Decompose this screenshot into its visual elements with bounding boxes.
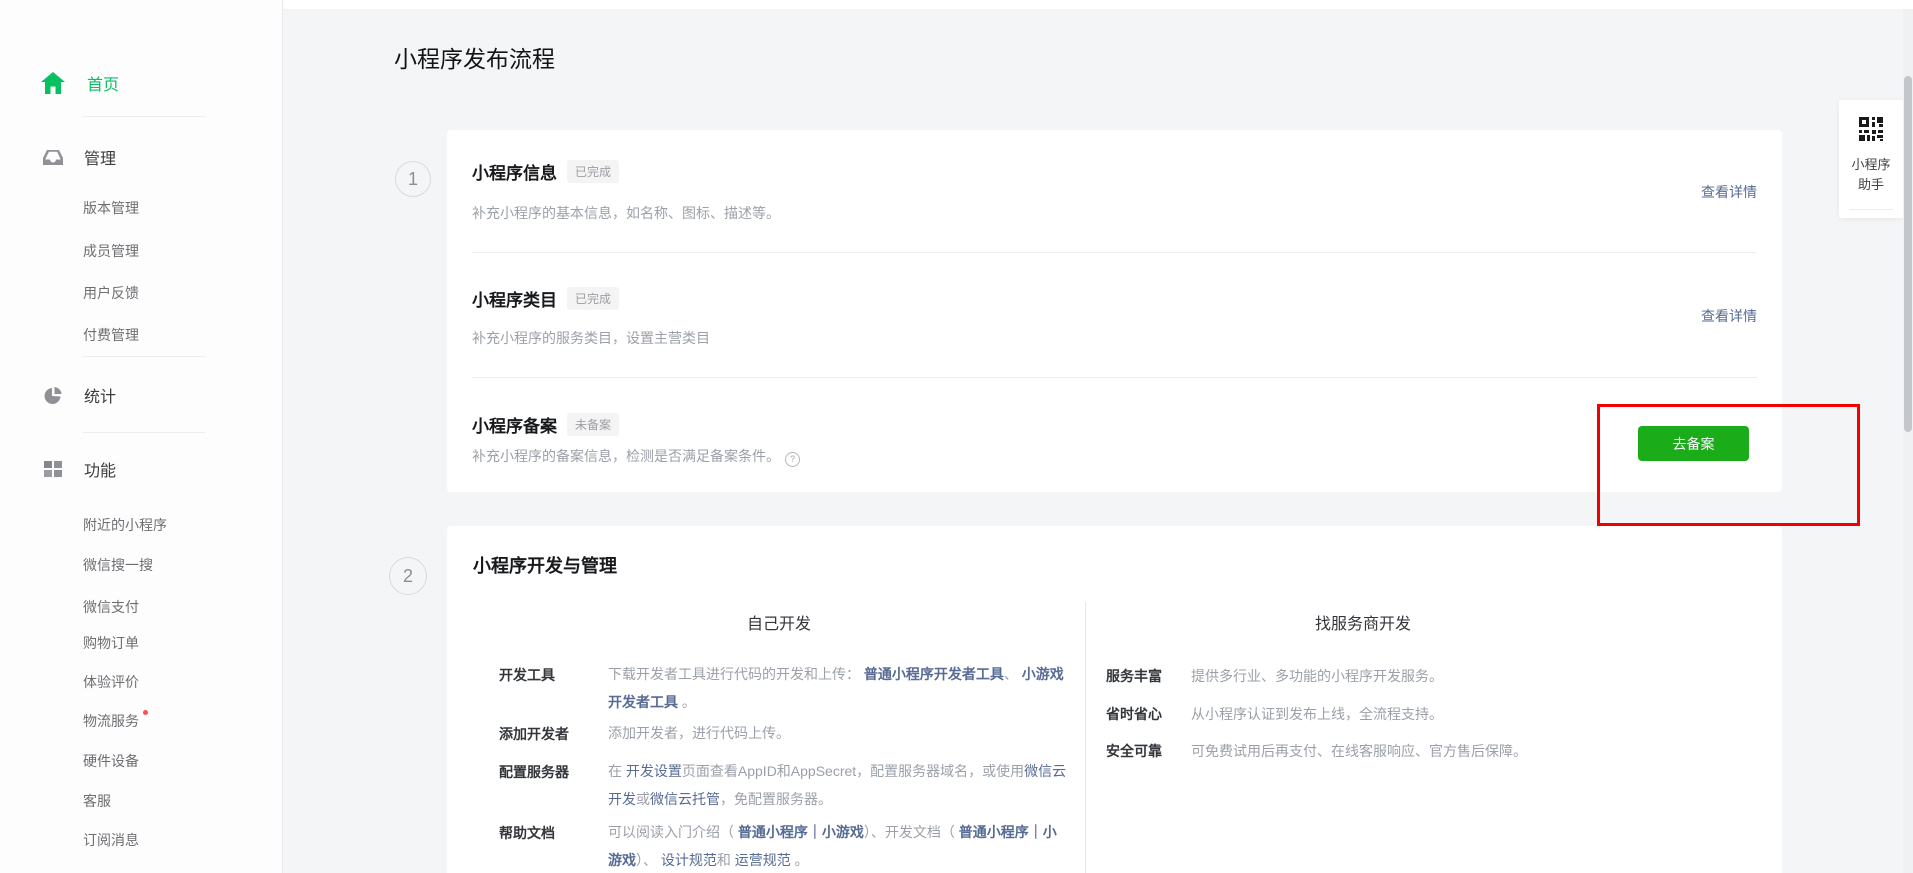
sidebar-item-features[interactable]: 功能 (40, 452, 116, 486)
sidebar-item-user-feedback[interactable]: 用户反馈 (83, 280, 139, 306)
sidebar-item-paid-manage[interactable]: 付费管理 (83, 322, 139, 348)
assistant-widget-label: 小程序助手 (1850, 155, 1892, 195)
inline-text: 可以阅读入门介绍（ (608, 824, 738, 840)
sidebar-item-logistics-service[interactable]: 物流服务 (83, 708, 148, 734)
page-title: 小程序发布流程 (394, 40, 555, 74)
section-title: 小程序开发与管理 (473, 552, 617, 578)
sidebar-item-version-manage[interactable]: 版本管理 (83, 195, 139, 221)
sidebar-item-label: 首页 (87, 71, 119, 95)
sidebar: 首页 管理 版本管理 成员管理 用户反馈 付费管理 统计 (0, 0, 283, 873)
dev-row-desc-configure-server: 在 开发设置页面查看AppID和AppSecret，配置服务器域名，或使用微信云… (608, 757, 1070, 813)
out-row-desc-save-time: 从小程序认证到发布上线，全流程支持。 (1191, 704, 1443, 724)
dev-row-label-configure-server: 配置服务器 (499, 762, 599, 782)
divider (83, 356, 205, 357)
row-title-text: 小程序备案 (472, 417, 557, 436)
sidebar-item-experience-review[interactable]: 体验评价 (83, 669, 139, 695)
inline-text: ）、开发文档（ (864, 824, 959, 840)
sidebar-item-stats[interactable]: 统计 (40, 378, 116, 412)
sidebar-item-label: 统计 (84, 383, 116, 407)
divider (472, 252, 1757, 253)
sidebar-item-hardware-device[interactable]: 硬件设备 (83, 748, 139, 774)
inline-link[interactable]: 设计规范 (661, 852, 717, 868)
divider (83, 432, 205, 433)
step-number-2: 2 (389, 557, 427, 595)
row-desc: 补充小程序的基本信息，如名称、图标、描述等。 (472, 203, 780, 223)
help-question-icon[interactable]: ? (785, 452, 800, 467)
development-card: 小程序开发与管理 自己开发 找服务商开发 开发工具 下载开发者工具进行代码的开发… (447, 526, 1782, 873)
divider (83, 116, 205, 117)
row-desc-text: 补充小程序的备案信息，检测是否满足备案条件。 (472, 448, 780, 464)
out-row-desc-safe-reliable: 可免费试用后再支付、在线客服响应、官方售后保障。 (1191, 741, 1527, 761)
column-header-self-develop: 自己开发 (473, 610, 1085, 634)
sidebar-item-manage[interactable]: 管理 (40, 140, 116, 174)
column-divider (1085, 602, 1086, 873)
inline-text: 。 (678, 694, 696, 710)
qr-code-icon (1839, 116, 1903, 147)
sidebar-item-subscribe-message[interactable]: 订阅消息 (83, 827, 139, 853)
inline-text: ，免配置服务器。 (720, 791, 832, 807)
view-details-link[interactable]: 查看详情 (1701, 182, 1757, 202)
sidebar-item-wechat-search[interactable]: 微信搜一搜 (83, 552, 153, 578)
top-strip (0, 0, 1913, 9)
grid-icon (43, 459, 63, 479)
inline-text: 下载开发者工具进行代码的开发和上传： (608, 666, 864, 682)
row-title-text: 小程序信息 (472, 164, 557, 183)
sidebar-item-label: 功能 (84, 457, 116, 481)
view-details-link[interactable]: 查看详情 (1701, 306, 1757, 326)
status-badge-done: 已完成 (567, 160, 619, 183)
out-row-label-safe-reliable: 安全可靠 (1106, 741, 1162, 761)
inline-text: 添加开发者，进行代码上传。 (608, 725, 790, 741)
inline-text: 。 (791, 852, 809, 868)
out-row-label-save-time: 省时省心 (1106, 704, 1162, 724)
divider (1849, 209, 1893, 210)
sidebar-item-member-manage[interactable]: 成员管理 (83, 238, 139, 264)
page: 首页 管理 版本管理 成员管理 用户反馈 付费管理 统计 (0, 0, 1913, 873)
sidebar-item-label: 管理 (84, 145, 116, 169)
row-title-miniprogram-category: 小程序类目已完成 (472, 286, 619, 311)
new-badge-dot (143, 710, 148, 715)
sidebar-item-home[interactable]: 首页 (40, 66, 119, 100)
row-title-text: 小程序类目 (472, 291, 557, 310)
dev-row-desc-help-docs: 可以阅读入门介绍（ 普通小程序｜小游戏）、开发文档（ 普通小程序｜小游戏）、 设… (608, 818, 1070, 873)
dev-row-label-tools: 开发工具 (499, 665, 599, 685)
row-title-miniprogram-filing: 小程序备案未备案 (472, 412, 619, 437)
inline-text: 、 (1004, 666, 1022, 682)
inline-text: 或 (636, 791, 650, 807)
out-row-label-rich-service: 服务丰富 (1106, 666, 1162, 686)
sidebar-item-customer-service[interactable]: 客服 (83, 788, 111, 814)
status-badge-not-filed: 未备案 (567, 413, 619, 436)
inline-text: 页面查看AppID和AppSecret，配置服务器域名，或使用 (682, 763, 1024, 779)
go-filing-button[interactable]: 去备案 (1638, 426, 1749, 461)
pie-chart-icon (43, 385, 63, 405)
dev-row-desc-add-developer: 添加开发者，进行代码上传。 (608, 719, 1070, 747)
inline-link[interactable]: 普通小程序｜小游戏 (738, 824, 864, 840)
inline-link[interactable]: 开发设置 (626, 763, 682, 779)
inline-link[interactable]: 微信云托管 (650, 791, 720, 807)
dev-row-label-add-developer: 添加开发者 (499, 724, 599, 744)
inline-link[interactable]: 运营规范 (735, 852, 791, 868)
scrollbar-thumb[interactable] (1904, 76, 1912, 432)
dev-row-desc-tools: 下载开发者工具进行代码的开发和上传： 普通小程序开发者工具、 小游戏开发者工具 … (608, 660, 1070, 716)
sidebar-item-nearby-miniprogram[interactable]: 附近的小程序 (83, 512, 167, 538)
publish-steps-card: 小程序信息已完成 补充小程序的基本信息，如名称、图标、描述等。 查看详情 小程序… (447, 130, 1782, 492)
out-row-desc-rich-service: 提供多行业、多功能的小程序开发服务。 (1191, 666, 1443, 686)
row-desc: 补充小程序的服务类目，设置主营类目 (472, 328, 710, 348)
inline-link[interactable]: 普通小程序开发者工具 (864, 666, 1004, 682)
column-header-outsource: 找服务商开发 (1106, 610, 1620, 634)
sidebar-item-label: 物流服务 (83, 713, 139, 729)
miniprogram-assistant-widget[interactable]: 小程序助手 (1839, 100, 1903, 218)
row-desc: 补充小程序的备案信息，检测是否满足备案条件。? (472, 446, 800, 467)
sidebar-item-wechat-pay[interactable]: 微信支付 (83, 594, 139, 620)
sidebar-item-shopping-orders[interactable]: 购物订单 (83, 630, 139, 656)
dev-row-label-help-docs: 帮助文档 (499, 823, 599, 843)
step-number-1: 1 (395, 161, 431, 197)
divider (472, 377, 1757, 378)
row-title-miniprogram-info: 小程序信息已完成 (472, 159, 619, 184)
home-icon (40, 70, 66, 96)
status-badge-done: 已完成 (567, 287, 619, 310)
inbox-icon (43, 147, 63, 167)
inline-text: ）、 (636, 852, 661, 868)
inline-text: 在 (608, 763, 626, 779)
inline-text: 和 (717, 852, 735, 868)
